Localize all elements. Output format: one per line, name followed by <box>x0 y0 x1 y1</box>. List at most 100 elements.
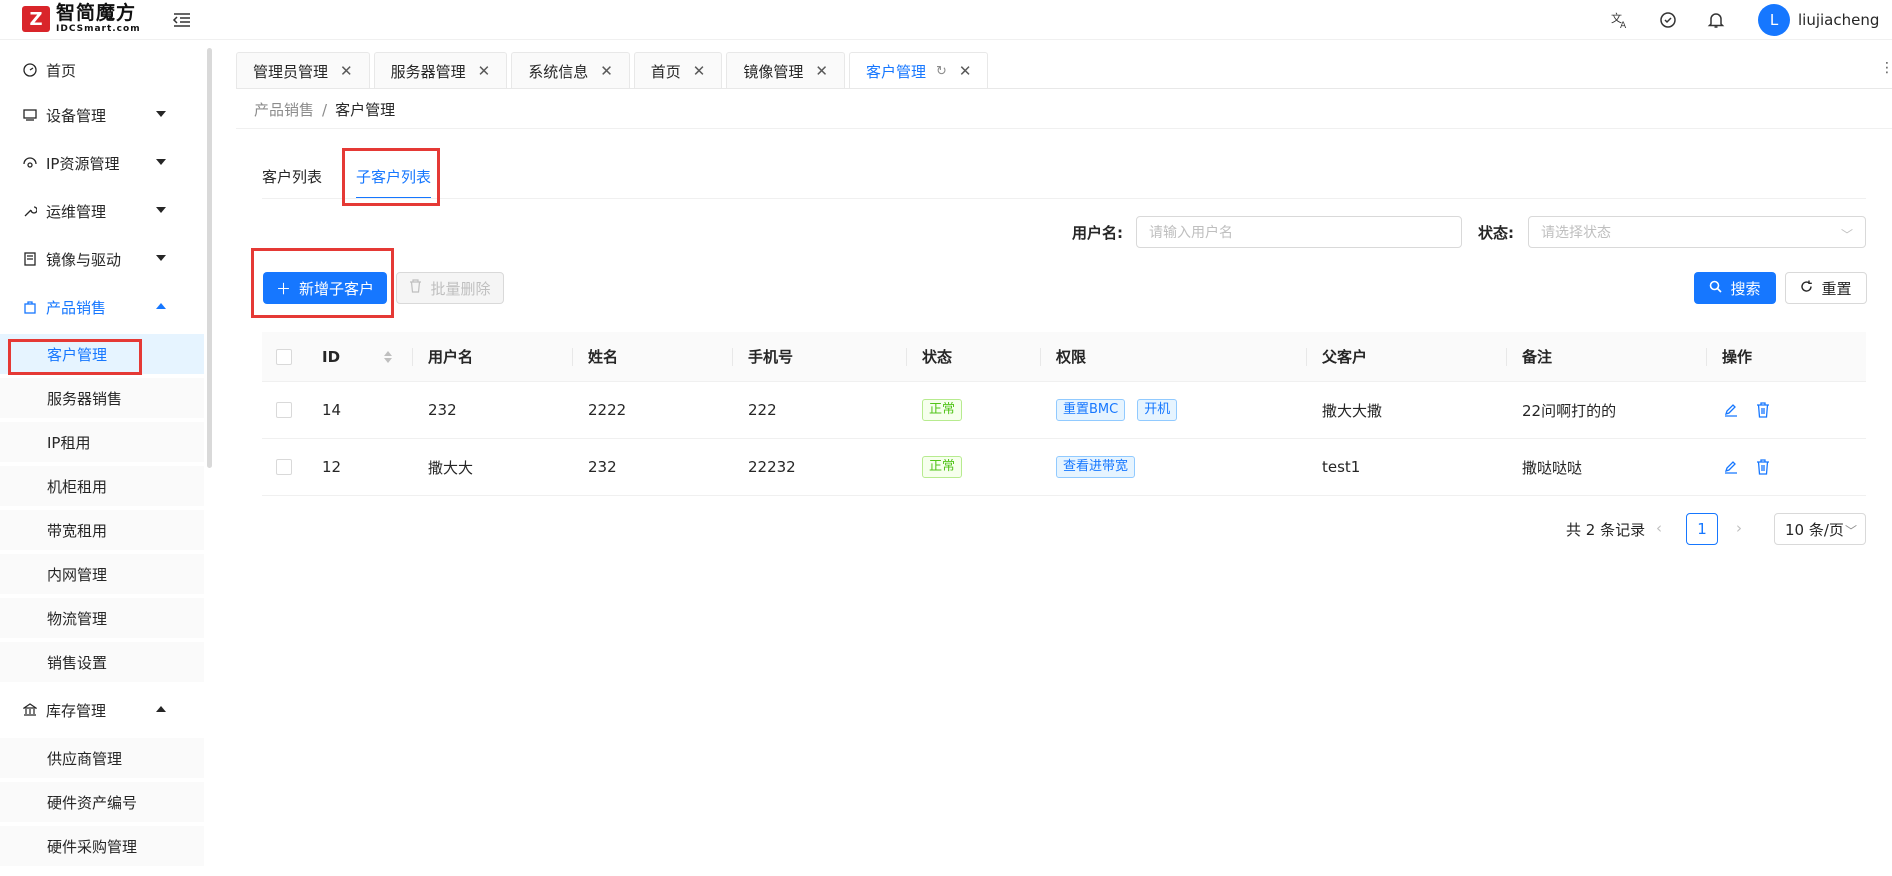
select-all-checkbox[interactable] <box>276 348 292 365</box>
search-icon <box>1709 279 1723 297</box>
sort-icon[interactable] <box>384 332 392 381</box>
reset-button[interactable]: 重置 <box>1785 272 1867 304</box>
delete-icon[interactable] <box>1754 401 1772 419</box>
monitor-icon <box>22 107 38 123</box>
prev-page-icon[interactable]: ‹ <box>1656 519 1662 537</box>
refresh-icon[interactable]: ↻ <box>936 64 947 79</box>
chevron-up-icon <box>156 303 166 309</box>
highlight-box <box>251 248 394 318</box>
row-checkbox[interactable] <box>276 459 292 475</box>
logo-domain: IDCSmart.com <box>56 24 141 34</box>
sub-customer-table: ID 用户名 姓名 手机号 状态 权限 父客户 备注 操作 14 232 222… <box>262 332 1866 496</box>
permission-tag: 开机 <box>1137 399 1178 421</box>
breadcrumb: 产品销售 / 客户管理 <box>254 101 396 119</box>
close-icon[interactable]: ✕ <box>959 62 972 80</box>
column-header-id[interactable]: ID <box>322 332 340 381</box>
page-tabs: 管理员管理 ✕ 服务器管理 ✕ 系统信息 ✕ 首页 ✕ 镜像管理 ✕ 客户管理 ↻ ✕ <box>236 52 992 90</box>
cell-id: 12 <box>322 458 342 476</box>
sidebar-subitem-cabinet-rent[interactable]: 机柜租用 <box>0 466 204 506</box>
username-search-input[interactable]: 请输入用户名 <box>1136 216 1462 248</box>
cell-parent: 撒大大撒 <box>1322 401 1383 420</box>
sidebar-subitem-bandwidth-rent[interactable]: 带宽租用 <box>0 510 204 550</box>
column-header-username: 用户名 <box>428 348 474 366</box>
book-icon <box>22 251 38 267</box>
chevron-down-icon <box>156 255 166 261</box>
close-icon[interactable]: ✕ <box>340 62 353 80</box>
breadcrumb-parent[interactable]: 产品销售 <box>254 101 314 119</box>
theme-palette-icon[interactable] <box>1656 8 1680 32</box>
sidebar-subitem-supplier[interactable]: 供应商管理 <box>0 738 204 778</box>
row-checkbox[interactable] <box>276 402 292 418</box>
sidebar-subitem-logistics[interactable]: 物流管理 <box>0 598 204 638</box>
sidebar-subitem-hardware-asset[interactable]: 硬件资产编号 <box>0 782 204 822</box>
chevron-down-icon <box>156 207 166 213</box>
sidebar-subitem-hardware-purchase[interactable]: 硬件采购管理 <box>0 826 204 866</box>
avatar[interactable]: L <box>1758 4 1790 36</box>
table-row: 12 撒大大 232 22232 正常 查看进带宽 test1 撒哒哒哒 <box>262 439 1866 496</box>
chevron-down-icon <box>156 111 166 117</box>
translate-icon[interactable]: 文A <box>1608 8 1632 32</box>
cell-username: 撒大大 <box>428 458 474 477</box>
logo-mark: Z <box>22 6 50 32</box>
next-page-icon[interactable]: › <box>1736 519 1742 537</box>
sidebar-subitem-sales-settings[interactable]: 销售设置 <box>0 642 204 682</box>
column-header-permissions: 权限 <box>1056 348 1087 366</box>
top-bar: Z 智简魔方 IDCSmart.com 文A L liujiacheng <box>0 0 1892 40</box>
tab-home[interactable]: 首页 ✕ <box>633 52 723 89</box>
breadcrumb-current: 客户管理 <box>335 101 396 119</box>
sidebar-item-product-sales[interactable]: 产品销售 <box>0 287 204 327</box>
more-vertical-icon[interactable]: ⋮ <box>1880 60 1892 76</box>
bell-icon[interactable] <box>1704 8 1728 32</box>
sidebar-item-home[interactable]: 首页 <box>0 50 204 90</box>
sidebar-item-device[interactable]: 设备管理 <box>0 95 204 135</box>
column-header-actions: 操作 <box>1722 348 1753 366</box>
column-header-name: 姓名 <box>588 348 619 366</box>
batch-delete-button[interactable]: 批量删除 <box>396 272 504 304</box>
cell-username: 232 <box>428 401 457 419</box>
search-button[interactable]: 搜索 <box>1694 272 1776 304</box>
svg-text:A: A <box>1620 21 1627 29</box>
sidebar-item-stock[interactable]: 库存管理 <box>0 690 204 730</box>
close-icon[interactable]: ✕ <box>478 62 491 80</box>
delete-icon[interactable] <box>1754 458 1772 476</box>
status-select[interactable]: 请选择状态 ﹀ <box>1528 216 1866 248</box>
cell-remark: 22问啊打的的 <box>1522 401 1617 420</box>
bank-icon <box>22 702 38 718</box>
network-icon <box>22 155 38 171</box>
sidebar-item-ip[interactable]: IP资源管理 <box>0 143 204 183</box>
edit-icon[interactable] <box>1722 401 1740 419</box>
page-size-select[interactable]: 10 条/页 ﹀ <box>1774 513 1866 545</box>
divider <box>236 88 1892 89</box>
close-icon[interactable]: ✕ <box>815 62 828 80</box>
logo[interactable]: Z 智简魔方 IDCSmart.com <box>22 4 141 34</box>
sidebar-item-image[interactable]: 镜像与驱动 <box>0 239 204 279</box>
tab-customer-list[interactable]: 客户列表 <box>262 166 322 199</box>
menu-collapse-icon[interactable] <box>172 10 192 30</box>
sidebar-item-ops[interactable]: 运维管理 <box>0 191 204 231</box>
edit-icon[interactable] <box>1722 458 1740 476</box>
tab-image[interactable]: 镜像管理 ✕ <box>726 52 845 89</box>
username[interactable]: liujiacheng <box>1798 11 1879 29</box>
divider <box>262 198 1866 199</box>
table-row: 14 232 2222 222 正常 重置BMC 开机 撒大大撒 22问啊打的的 <box>262 382 1866 439</box>
page-button-current[interactable]: 1 <box>1686 513 1718 545</box>
divider <box>236 128 1892 129</box>
tab-admin[interactable]: 管理员管理 ✕ <box>236 52 370 89</box>
close-icon[interactable]: ✕ <box>693 62 706 80</box>
status-badge: 正常 <box>922 456 963 478</box>
tab-server[interactable]: 服务器管理 ✕ <box>373 52 508 89</box>
status-badge: 正常 <box>922 399 963 421</box>
sidebar-subitem-server-sales[interactable]: 服务器销售 <box>0 378 204 418</box>
sidebar: 首页 设备管理 IP资源管理 运维管理 镜像与驱动 产品销售 客户管理 服务器销… <box>0 40 206 876</box>
column-header-status: 状态 <box>922 348 953 366</box>
sidebar-subitem-ip-rent[interactable]: IP租用 <box>0 422 204 462</box>
permission-tag: 查看进带宽 <box>1056 456 1136 478</box>
column-header-parent: 父客户 <box>1322 348 1368 366</box>
sidebar-scrollbar[interactable] <box>207 48 212 468</box>
tab-sysinfo[interactable]: 系统信息 ✕ <box>511 52 630 89</box>
table-header: ID 用户名 姓名 手机号 状态 权限 父客户 备注 操作 <box>262 332 1866 382</box>
tab-customer[interactable]: 客户管理 ↻ ✕ <box>848 52 989 89</box>
close-icon[interactable]: ✕ <box>600 62 613 80</box>
sidebar-subitem-intranet[interactable]: 内网管理 <box>0 554 204 594</box>
cell-parent: test1 <box>1322 458 1361 476</box>
